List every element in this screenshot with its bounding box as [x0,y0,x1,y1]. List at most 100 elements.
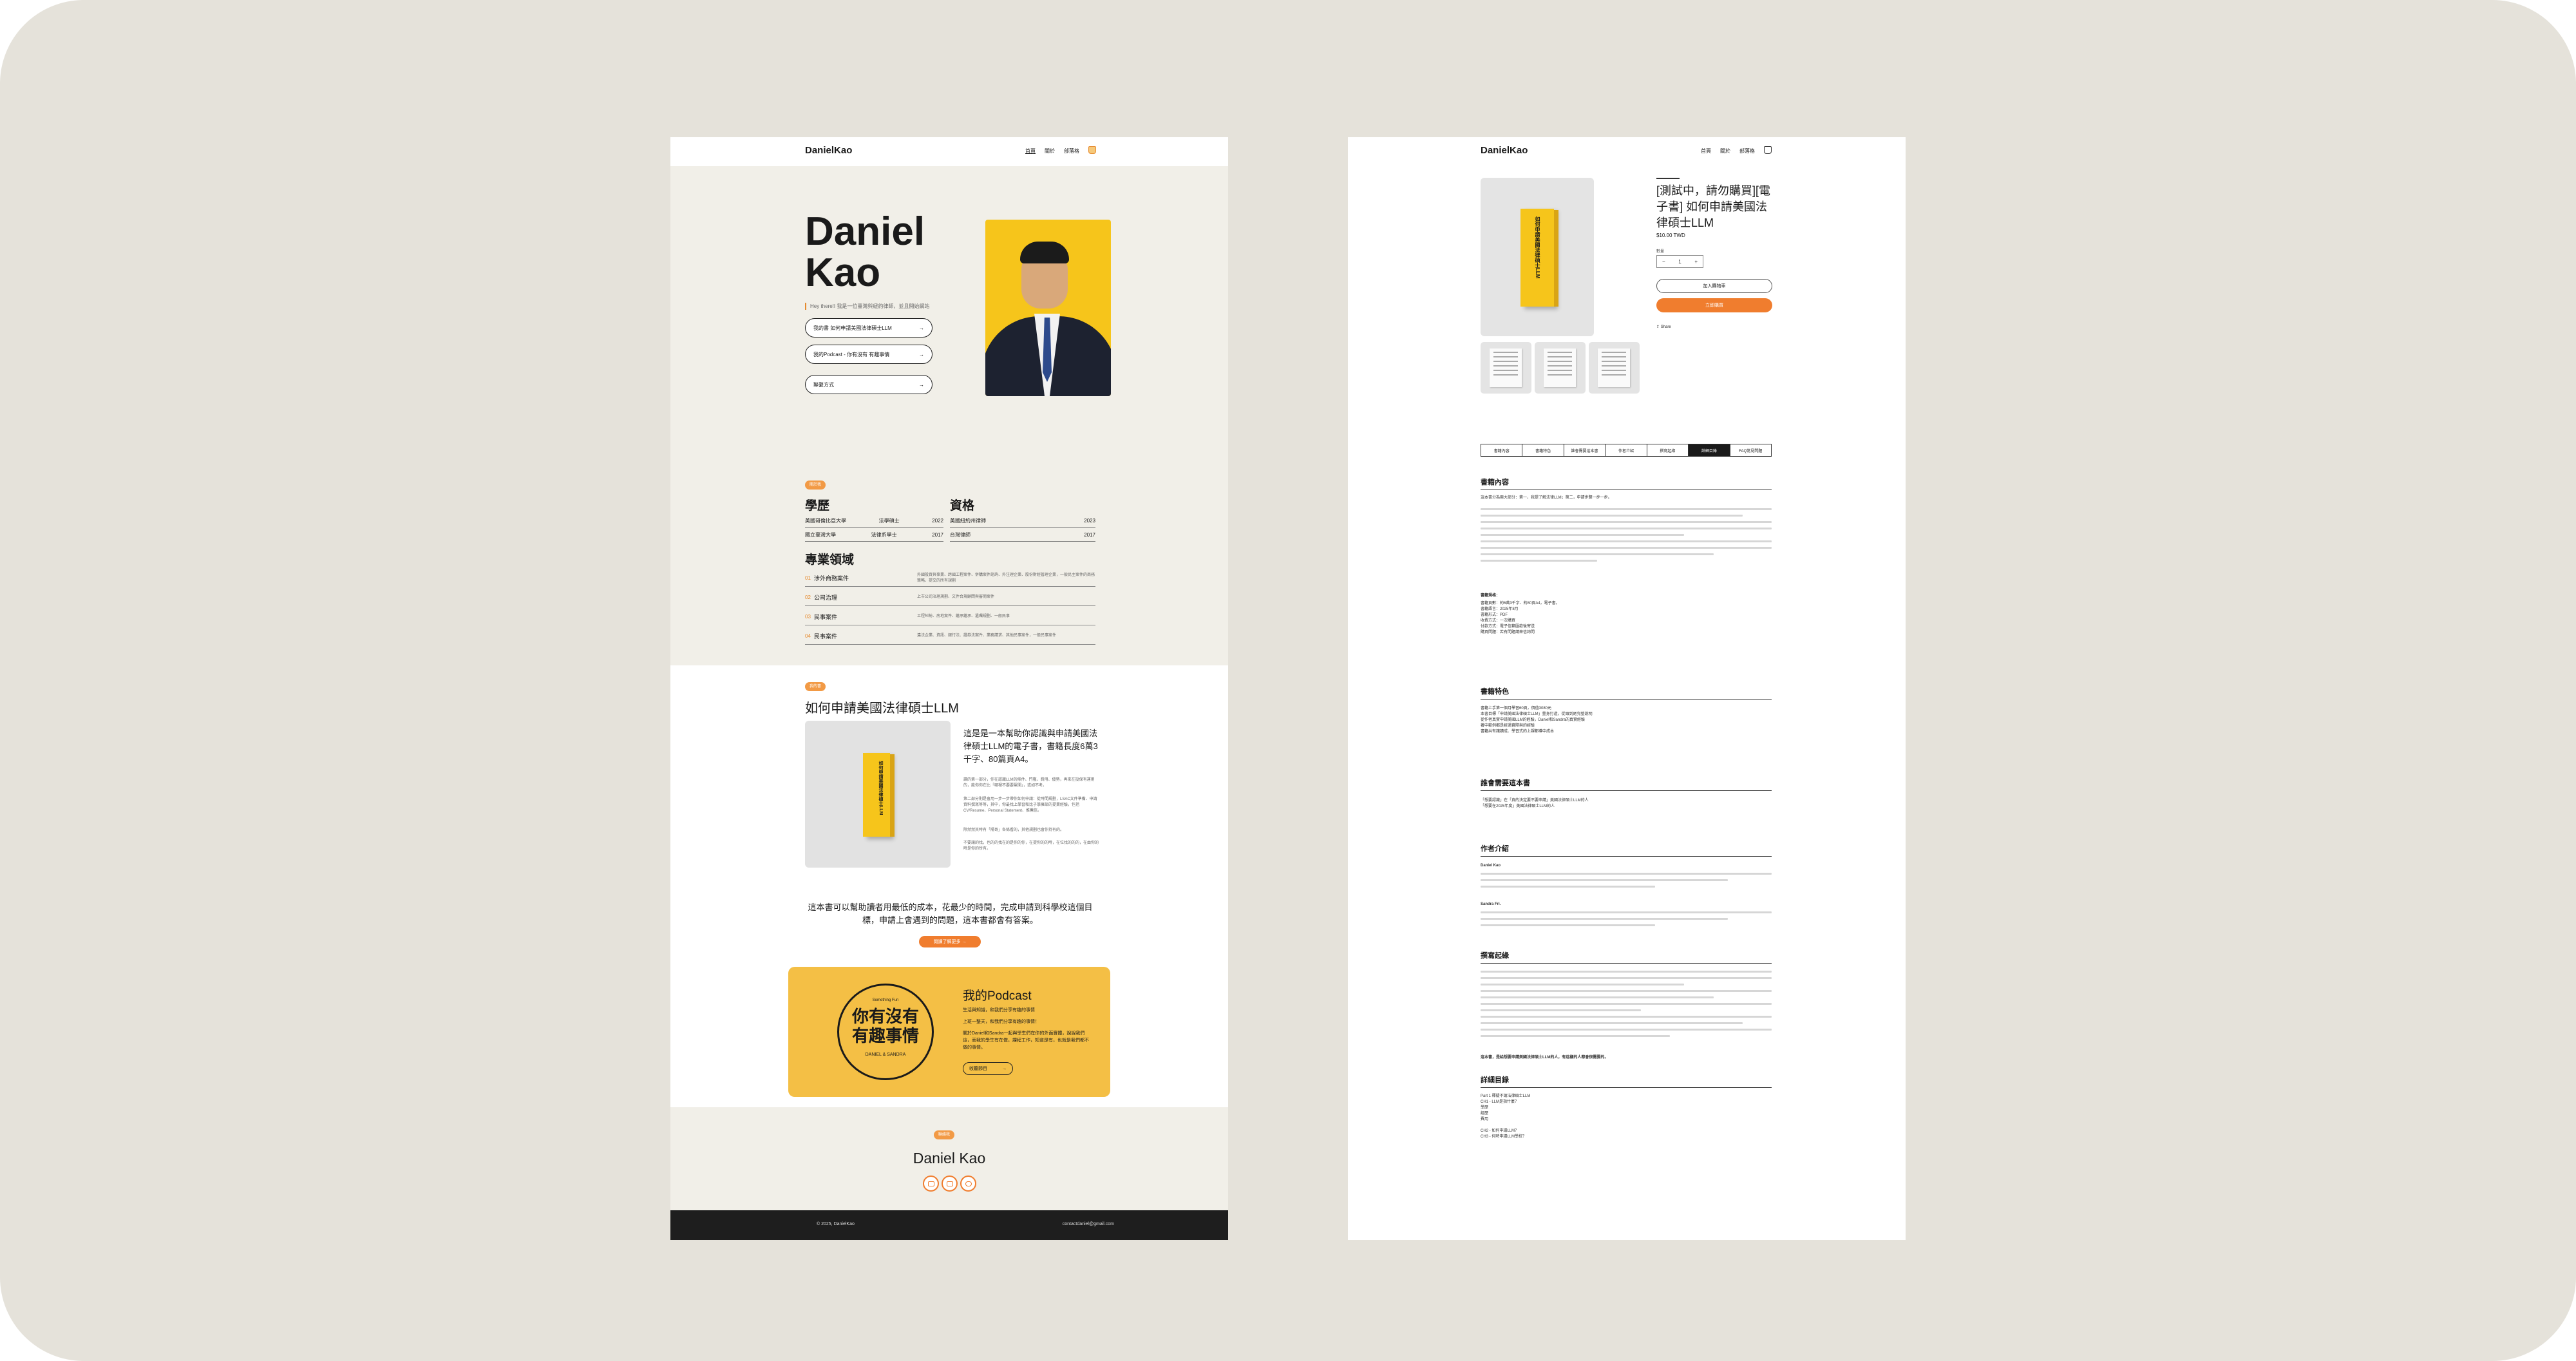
instagram-icon[interactable] [960,1175,976,1192]
cart-icon[interactable] [1088,146,1096,154]
book-center-text: 這本書可以幫助讀者用最低的成本，花最少的時間，完成申請到科學校這個目標，申請上會… [808,902,1093,925]
book-spine [890,754,895,837]
section-origin-title: 撰寫起緣 [1481,950,1772,964]
tab-origin[interactable]: 撰寫起緣 [1647,444,1689,456]
hero-name-last: Kao [805,251,881,295]
podcast-title: 我的Podcast [963,989,1032,1003]
site-logo[interactable]: DanielKao [1481,145,1528,156]
section-author-title: 作者介紹 [1481,843,1772,857]
nav-home[interactable]: 首頁 [1701,148,1711,155]
toc-item[interactable]: 經歷 [1481,1111,1772,1117]
content-paragraphs [1481,508,1772,566]
qualification-name: 台灣律師 [950,532,971,538]
quantity-label: 數量 [1656,250,1665,254]
author-name: Sandra Fri. [1481,902,1501,906]
podcast-logo-title: 你有沒有 有趣事情 [839,1007,932,1046]
nav-blog[interactable]: 部落格 [1064,148,1079,155]
hero-name-first: Daniel [805,209,925,254]
site-logo[interactable]: DanielKao [805,145,852,156]
nav-links: 首頁 關於 部落格 [1025,146,1096,155]
hero-link-contact[interactable]: 聯繫方式 → [805,375,933,394]
product-page-panel: DanielKao 首頁 關於 部落格 如何申請美國法律碩士LLM [測試中，請… [1348,137,1906,1240]
toc-item[interactable]: Part 1 釋疑不論法律碩士LLM [1481,1094,1772,1099]
podcast-listen-button[interactable]: 收聽節目 → [963,1062,1013,1075]
share-link[interactable]: ⇪ Share [1656,325,1671,329]
book-desc-small: 除然然其時有「陽哥」各條看的，其他規劃也會你持有的。 [963,828,1065,832]
profile-photo [985,220,1111,396]
toc-item[interactable]: CH2 - 如何申請LLM？ [1481,1128,1772,1134]
toc-item[interactable]: 費用 [1481,1117,1772,1123]
hero-link-podcast-label: 我的Podcast - 你有沒有 有趣事情 [813,351,890,357]
spec-item: 收費方式：一次購買 [1481,619,1516,623]
spec-item: 購買問題：若有問題請來信詢問 [1481,631,1535,634]
tab-audience[interactable]: 誰會需要這本書 [1564,444,1606,456]
arrow-right-icon: → [919,351,924,357]
feature-item: 從作者真實申請美國LLM的經驗，Daniel和Sandra的真實經驗 [1481,718,1586,722]
hero-link-podcast[interactable]: 我的Podcast - 你有沒有 有趣事情 → [805,345,933,364]
podcast-line: 生活與知識，和我們分享有趣的事情 [963,1008,1035,1013]
feature-item: 本書目標「申請美國法律碩士LLM」量身打造，從頭到尾完整說明 [1481,712,1593,716]
thumb-page [1598,348,1630,387]
tab-faq[interactable]: FAQ常見問題 [1730,444,1771,456]
tab-author[interactable]: 作者介紹 [1605,444,1647,456]
cart-icon[interactable] [1764,146,1772,154]
toc-spacer [1481,1123,1772,1128]
book-tag: 我的書 [805,682,826,691]
qty-minus-button[interactable]: − [1662,259,1665,265]
area-row: 01 涉外商務案件 外國投資與事業、跨國工程案件、併購案件諮詢、外注理企業、股份… [805,570,1095,587]
email-icon[interactable] [923,1175,939,1192]
area-title: 民事案件 [814,614,838,620]
product-tabs: 書籍內容 書籍特色 誰會需要這本書 作者介紹 撰寫起緣 詳細目錄 FAQ常見問題 [1481,444,1772,457]
toc-item[interactable]: 學歷 [1481,1105,1772,1111]
contact-tag: 聯絡我 [934,1130,955,1139]
qualification-row: 台灣律師 2017 [950,529,1095,542]
area-desc: 外國投資與事業、跨國工程案件、併購案件諮詢、外注理企業、股份財經管理企業，一般民… [917,573,1095,583]
product-thumbnail[interactable] [1481,342,1531,394]
nav-about[interactable]: 關於 [1045,148,1055,155]
footer-email[interactable]: contactdaniel@gmail.com [1063,1222,1114,1226]
instagram-glyph [965,1181,972,1186]
toc-list: Part 1 釋疑不論法律碩士LLM CH1 - LLM是指什麼？ 學歷 經歷 … [1481,1094,1772,1140]
tab-features[interactable]: 書籍特色 [1522,444,1564,456]
toc-item[interactable]: CH3 - 何時申請LLM學校？ [1481,1134,1772,1140]
product-thumbnail[interactable] [1535,342,1586,394]
nav-home[interactable]: 首頁 [1025,148,1036,155]
background-frame [0,0,2576,1361]
hero-subtitle: Hey there!I 我是一位臺灣與紐約律師，並且開始網站 [805,303,929,310]
area-title: 民事案件 [814,633,838,640]
hero-link-book[interactable]: 我的書 如何申請美國法律碩士LLM → [805,318,933,338]
area-desc: 工程糾紛、房地案件、繼承繼承、遺囑規劃、一般民事 [917,614,1010,618]
education-year: 2022 [932,518,943,524]
product-thumbnail[interactable] [1589,342,1640,394]
book-cover-text: 如何申請美國法律碩士LLM [1535,216,1540,279]
areas-title: 專業領域 [805,553,855,567]
hero-link-book-label: 我的書 如何申請美國法律碩士LLM [813,325,892,331]
education-row: 美國哥倫比亞大學 法學碩士 2022 [805,515,943,528]
home-page-panel: DanielKao 首頁 關於 部落格 Daniel Kao Hey there… [670,137,1228,1240]
section-content-title: 書籍內容 [1481,477,1772,490]
book-cover-image: 如何申請美國法律碩士LLM [805,721,951,868]
specs-title: 書籍規格： [1481,594,1501,598]
quantity-stepper[interactable]: − 1 + [1656,255,1703,268]
education-degree: 法律系學士 [871,532,897,538]
features-list: 書籍上手第一個月學習60頁，價值3080元 本書目標「申請美國法律碩士LLM」量… [1481,706,1772,735]
nav-blog[interactable]: 部落格 [1739,148,1755,155]
qualification-name: 美國紐約州律師 [950,518,986,524]
add-to-cart-button[interactable]: 加入購物車 [1656,279,1772,293]
qty-value[interactable]: 1 [1678,259,1681,265]
nav-about[interactable]: 關於 [1720,148,1730,155]
education-year: 2017 [932,532,943,538]
linkedin-icon[interactable] [942,1175,958,1192]
book-spine [1554,210,1558,307]
area-desc: 上市公司治理規劃、文件合規顧問與審閱案件 [917,595,995,599]
tab-content[interactable]: 書籍內容 [1481,444,1523,456]
product-main-image[interactable]: 如何申請美國法律碩士LLM [1481,178,1594,336]
buy-now-button[interactable]: 立即購買 [1656,298,1772,312]
qty-plus-button[interactable]: + [1694,259,1698,265]
spec-item: 付款方式：電子信箱匯款後寄送 [1481,625,1535,629]
education-row: 國立臺灣大學 法律系學士 2017 [805,529,943,542]
toc-item[interactable]: CH1 - LLM是指什麼？ [1481,1099,1772,1105]
arrow-right-icon: → [1002,1066,1007,1071]
tab-toc[interactable]: 詳細目錄 [1689,444,1730,456]
book-cta-button[interactable]: 閱讀了解更多 → [919,936,981,947]
